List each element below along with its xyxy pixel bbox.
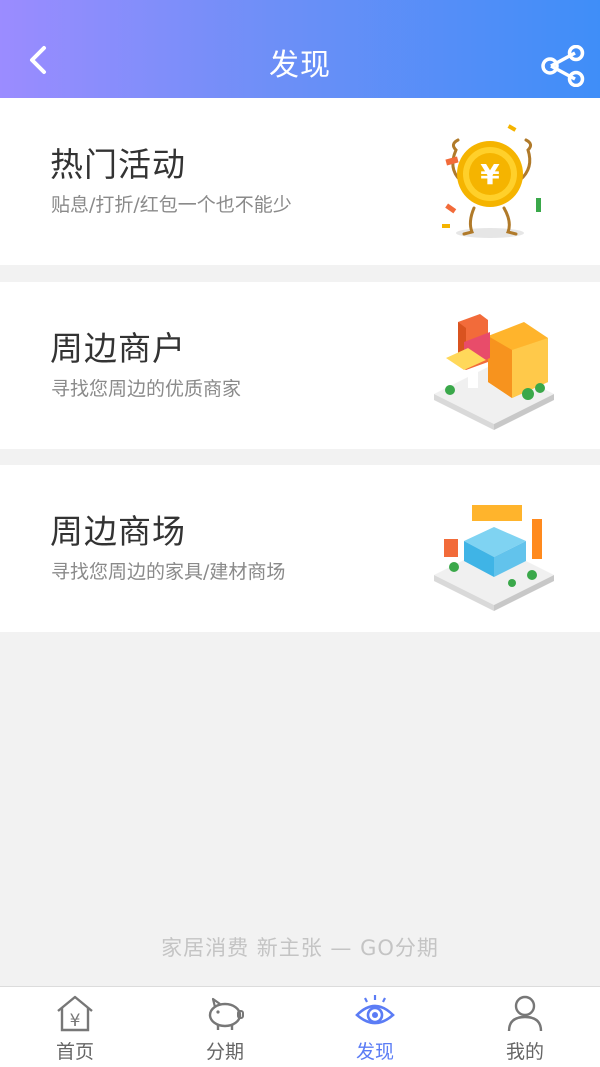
tab-discover[interactable]: 发现	[300, 987, 450, 1067]
tab-installment[interactable]: 分期	[150, 987, 300, 1067]
tab-label: 发现	[355, 1041, 394, 1063]
card-title: 周边商户	[50, 329, 186, 368]
svg-text:¥: ¥	[480, 158, 500, 191]
card-subtitle: 寻找您周边的家具/建材商场	[51, 561, 286, 583]
card-title: 热门活动	[50, 145, 186, 184]
page-title: 发现	[269, 48, 331, 83]
card-subtitle: 贴息/打折/红包一个也不能少	[51, 194, 292, 216]
bottom-tab-bar: ¥ 首页 分期 发现 我的	[0, 986, 600, 1067]
eye-icon	[355, 995, 395, 1025]
home-yen-icon: ¥	[57, 995, 93, 1032]
shop-building-illustration	[434, 314, 554, 430]
card-nearby-merchants[interactable]: 周边商户 寻找您周边的优质商家	[0, 282, 600, 449]
share-icon	[541, 45, 585, 87]
tab-label: 我的	[505, 1041, 544, 1063]
card-title: 周边商场	[50, 512, 186, 551]
coin-mascot-illustration: ¥	[442, 124, 541, 238]
card-subtitle: 寻找您周边的优质商家	[51, 378, 242, 400]
piggy-bank-icon	[208, 997, 244, 1030]
top-nav-bar: 发现	[0, 0, 600, 98]
tab-label: 首页	[55, 1041, 94, 1063]
tab-home[interactable]: ¥ 首页	[0, 987, 150, 1067]
mall-building-illustration	[434, 505, 554, 611]
card-nearby-malls[interactable]: 周边商场 寻找您周边的家具/建材商场	[0, 465, 600, 632]
card-hot-activities[interactable]: 热门活动 贴息/打折/红包一个也不能少 ¥	[0, 98, 600, 265]
tab-mine[interactable]: 我的	[450, 987, 600, 1067]
svg-text:¥: ¥	[70, 1011, 81, 1031]
slogan-text: 家居消费 新主张 — GO分期	[161, 936, 439, 960]
tab-label: 分期	[205, 1041, 244, 1063]
share-button[interactable]	[534, 38, 592, 94]
user-icon	[507, 995, 543, 1032]
